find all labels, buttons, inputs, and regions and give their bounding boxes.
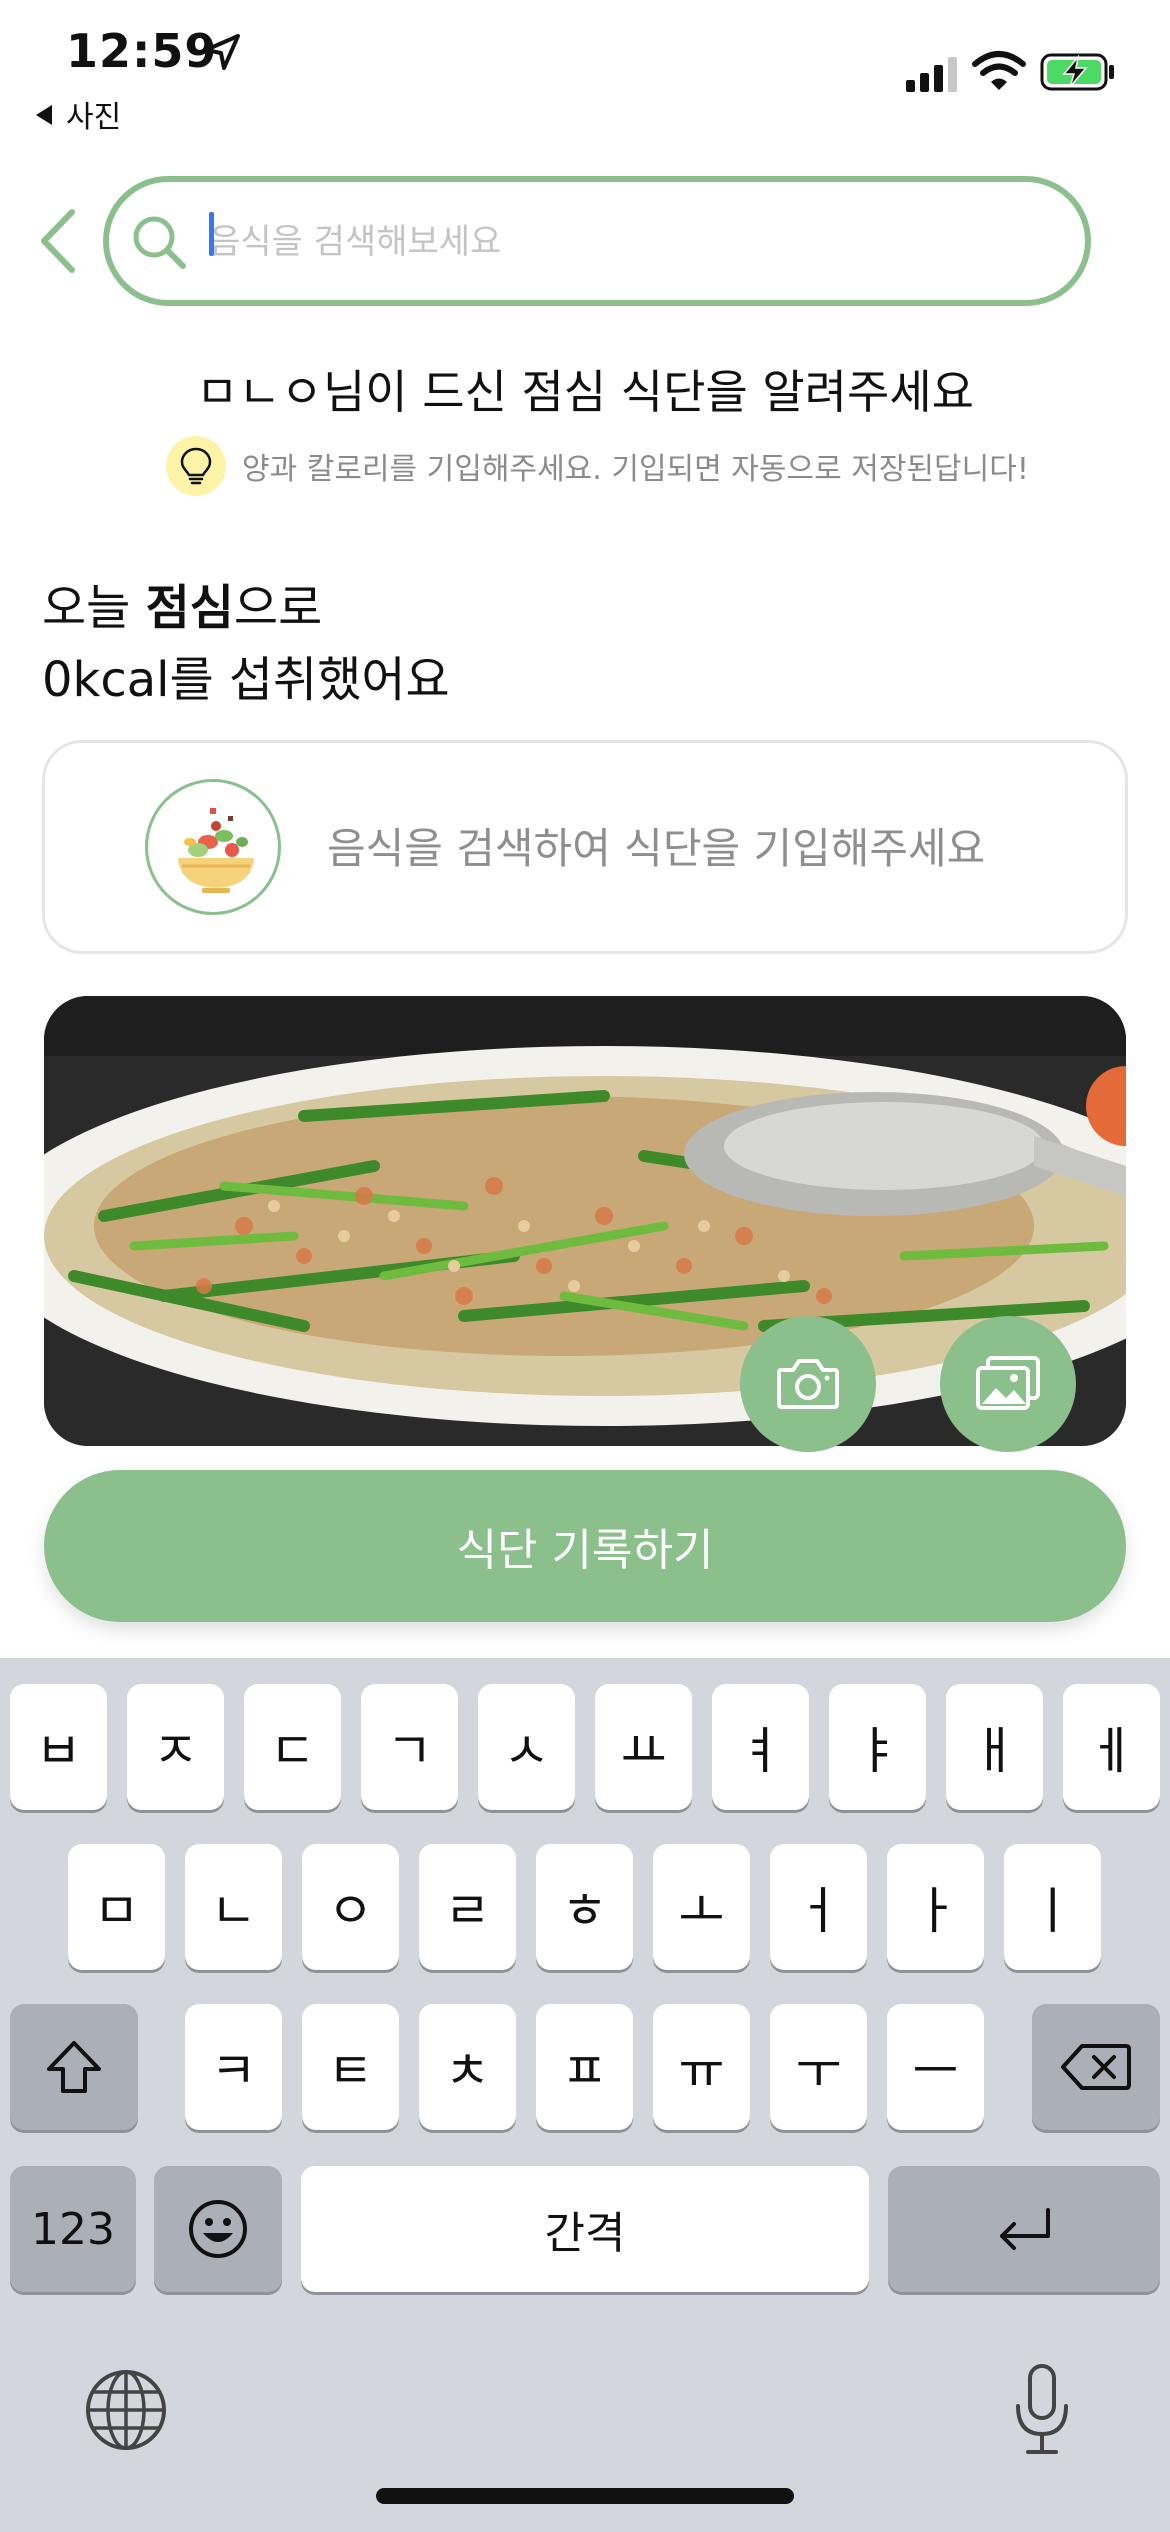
key-9[interactable]: ㅐ [946, 1684, 1043, 1810]
shift-icon [47, 2041, 101, 2093]
emoji-key[interactable] [154, 2166, 282, 2292]
return-key[interactable] [888, 2166, 1160, 2292]
key-7[interactable]: ㅕ [712, 1684, 809, 1810]
salad-bowl-icon [145, 779, 281, 915]
key-1[interactable]: ㅂ [10, 1684, 107, 1810]
status-time: 12:59 [66, 24, 218, 78]
key-8[interactable]: ㅑ [829, 1684, 926, 1810]
key-10[interactable]: ㅔ [1063, 1684, 1160, 1810]
record-meal-button[interactable]: 식단 기록하기 [44, 1470, 1126, 1622]
lightbulb-icon [166, 436, 226, 496]
key-4[interactable]: ㄱ [361, 1684, 458, 1810]
key-25[interactable]: ㅜ [770, 2004, 867, 2130]
calorie-value: 0kcal [42, 652, 170, 708]
back-chevron-icon[interactable] [36, 208, 80, 274]
page-title: ㅁㄴㅇ님이 드신 점심 식단을 알려주세요 [196, 365, 974, 419]
search-bar[interactable] [103, 176, 1091, 306]
key-23[interactable]: ㅍ [536, 2004, 633, 2130]
summary-prefix: 오늘 [42, 580, 146, 636]
emoji-icon [189, 2200, 247, 2258]
key-3[interactable]: ㄷ [244, 1684, 341, 1810]
meal-name: 점심 [145, 580, 234, 636]
return-icon [1000, 2208, 1050, 2250]
search-input[interactable] [209, 210, 1049, 274]
summary-suffix: 으로 [233, 580, 323, 636]
numbers-key[interactable]: 123 [10, 2166, 136, 2292]
key-21[interactable]: ㅌ [302, 2004, 399, 2130]
key-20[interactable]: ㅋ [185, 2004, 282, 2130]
text-caret [209, 212, 214, 256]
key-5[interactable]: ㅅ [478, 1684, 575, 1810]
space-key[interactable]: 간격 [301, 2166, 869, 2292]
key-19[interactable]: ㅣ [1004, 1844, 1101, 1970]
key-16[interactable]: ㅗ [653, 1844, 750, 1970]
gallery-button[interactable] [940, 1316, 1076, 1452]
key-22[interactable]: ㅊ [419, 2004, 516, 2130]
key-14[interactable]: ㄹ [419, 1844, 516, 1970]
summary-line-2: 0kcal를 섭취했어요 [42, 644, 450, 716]
key-18[interactable]: ㅏ [887, 1844, 984, 1970]
backspace-icon [1061, 2044, 1131, 2090]
gallery-icon [976, 1356, 1040, 1410]
summary-line2-suffix: 를 섭취했어요 [169, 652, 450, 708]
signal-icon [906, 57, 957, 92]
keyboard: ㅂ ㅈ ㄷ ㄱ ㅅ ㅛ ㅕ ㅑ ㅐ ㅔ ㅁ ㄴ ㅇ ㄹ ㅎ ㅗ ㅓ ㅏ ㅣ ㅋ … [0, 1658, 1170, 2532]
search-icon [133, 216, 186, 269]
hint-text: 양과 칼로리를 기입해주세요. 기입되면 자동으로 저장된답니다! [242, 452, 1029, 487]
key-2[interactable]: ㅈ [127, 1684, 224, 1810]
key-17[interactable]: ㅓ [770, 1844, 867, 1970]
key-6[interactable]: ㅛ [595, 1684, 692, 1810]
location-arrow-icon [204, 34, 240, 70]
back-triangle-icon [36, 105, 52, 125]
key-24[interactable]: ㅠ [653, 2004, 750, 2130]
microphone-icon[interactable] [1010, 2362, 1074, 2458]
wifi-icon [972, 51, 1026, 90]
camera-button[interactable] [740, 1316, 876, 1452]
food-search-card[interactable]: 음식을 검색하여 식단을 기입해주세요 [42, 740, 1128, 954]
summary-line-1: 오늘 점심으로 [42, 572, 450, 644]
back-app-label: 사진 [66, 100, 122, 135]
food-card-prompt: 음식을 검색하여 식단을 기입해주세요 [327, 824, 986, 873]
back-to-app-link[interactable]: 사진 [36, 92, 121, 136]
hint-row: 양과 칼로리를 기입해주세요. 기입되면 자동으로 저장된답니다! [166, 434, 1029, 498]
camera-icon [777, 1359, 839, 1409]
shift-key[interactable] [10, 2004, 138, 2130]
key-15[interactable]: ㅎ [536, 1844, 633, 1970]
home-indicator [376, 2488, 794, 2504]
battery-charging-icon [1040, 53, 1114, 91]
key-26[interactable]: ㅡ [887, 2004, 984, 2130]
key-12[interactable]: ㄴ [185, 1844, 282, 1970]
globe-icon[interactable] [84, 2368, 168, 2452]
key-11[interactable]: ㅁ [68, 1844, 165, 1970]
backspace-key[interactable] [1032, 2004, 1160, 2130]
status-bar: 12:59 사진 [0, 0, 1170, 140]
key-13[interactable]: ㅇ [302, 1844, 399, 1970]
calorie-summary: 오늘 점심으로 0kcal를 섭취했어요 [42, 572, 450, 716]
